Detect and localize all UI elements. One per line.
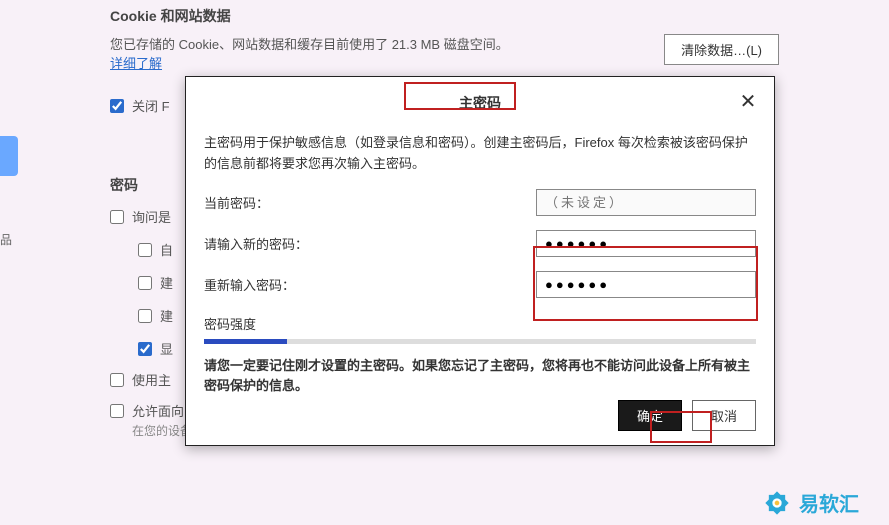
master-password-dialog: 主密码 ✕ 主密码用于保护敏感信息（如登录信息和密码）。创建主密码后，Firef… bbox=[185, 76, 775, 446]
ok-button[interactable]: 确定 bbox=[618, 400, 682, 431]
cookies-heading: Cookie 和网站数据 bbox=[110, 6, 789, 26]
watermark-text: 易软汇 bbox=[799, 488, 859, 517]
confirm-password-input[interactable] bbox=[536, 271, 756, 298]
cancel-button[interactable]: 取消 bbox=[692, 400, 756, 431]
ask-save-label: 询问是 bbox=[132, 207, 171, 226]
autofill-checkbox[interactable] bbox=[138, 243, 152, 257]
use-master-checkbox[interactable] bbox=[110, 373, 124, 387]
new-password-input[interactable] bbox=[536, 230, 756, 257]
cookies-desc: 您已存储的 Cookie、网站数据和缓存目前使用了 21.3 MB 磁盘空间。 bbox=[110, 37, 509, 52]
sidebar-text: 品 bbox=[0, 231, 12, 248]
watermark: 易软汇 bbox=[763, 488, 859, 517]
new-password-label: 请输入新的密码： bbox=[204, 234, 344, 253]
close-firefox-label: 关闭 F bbox=[132, 96, 170, 115]
dialog-title: 主密码 bbox=[447, 89, 513, 117]
sidebar-slice bbox=[0, 136, 18, 176]
confirm-password-label: 重新输入密码： bbox=[204, 275, 344, 294]
strength-label: 密码强度 bbox=[204, 317, 256, 332]
strength-bar bbox=[204, 339, 756, 344]
suggest-label: 建 bbox=[160, 273, 173, 292]
show-label: 显 bbox=[160, 339, 173, 358]
current-password-label: 当前密码： bbox=[204, 193, 344, 212]
watermark-icon bbox=[763, 489, 791, 517]
suggest2-label: 建 bbox=[160, 306, 173, 325]
clear-data-button[interactable]: 清除数据…(L) bbox=[664, 34, 779, 65]
current-password-input bbox=[536, 189, 756, 216]
autofill-label: 自 bbox=[160, 240, 173, 259]
cookies-learn-more-link[interactable]: 详细了解 bbox=[110, 56, 162, 71]
close-firefox-checkbox[interactable] bbox=[110, 99, 124, 113]
suggest-checkbox[interactable] bbox=[138, 276, 152, 290]
dialog-description: 主密码用于保护敏感信息（如登录信息和密码）。创建主密码后，Firefox 每次检… bbox=[204, 133, 756, 175]
dialog-warning: 请您一定要记住刚才设置的主密码。如果您忘记了主密码，您将再也不能访问此设备上所有… bbox=[204, 356, 756, 396]
suggest2-checkbox[interactable] bbox=[138, 309, 152, 323]
use-master-label: 使用主 bbox=[132, 370, 171, 389]
ask-save-checkbox[interactable] bbox=[110, 210, 124, 224]
ms-login-checkbox[interactable] bbox=[110, 404, 124, 418]
close-icon[interactable]: ✕ bbox=[736, 89, 760, 113]
strength-fill bbox=[204, 339, 287, 344]
show-checkbox[interactable] bbox=[138, 342, 152, 356]
